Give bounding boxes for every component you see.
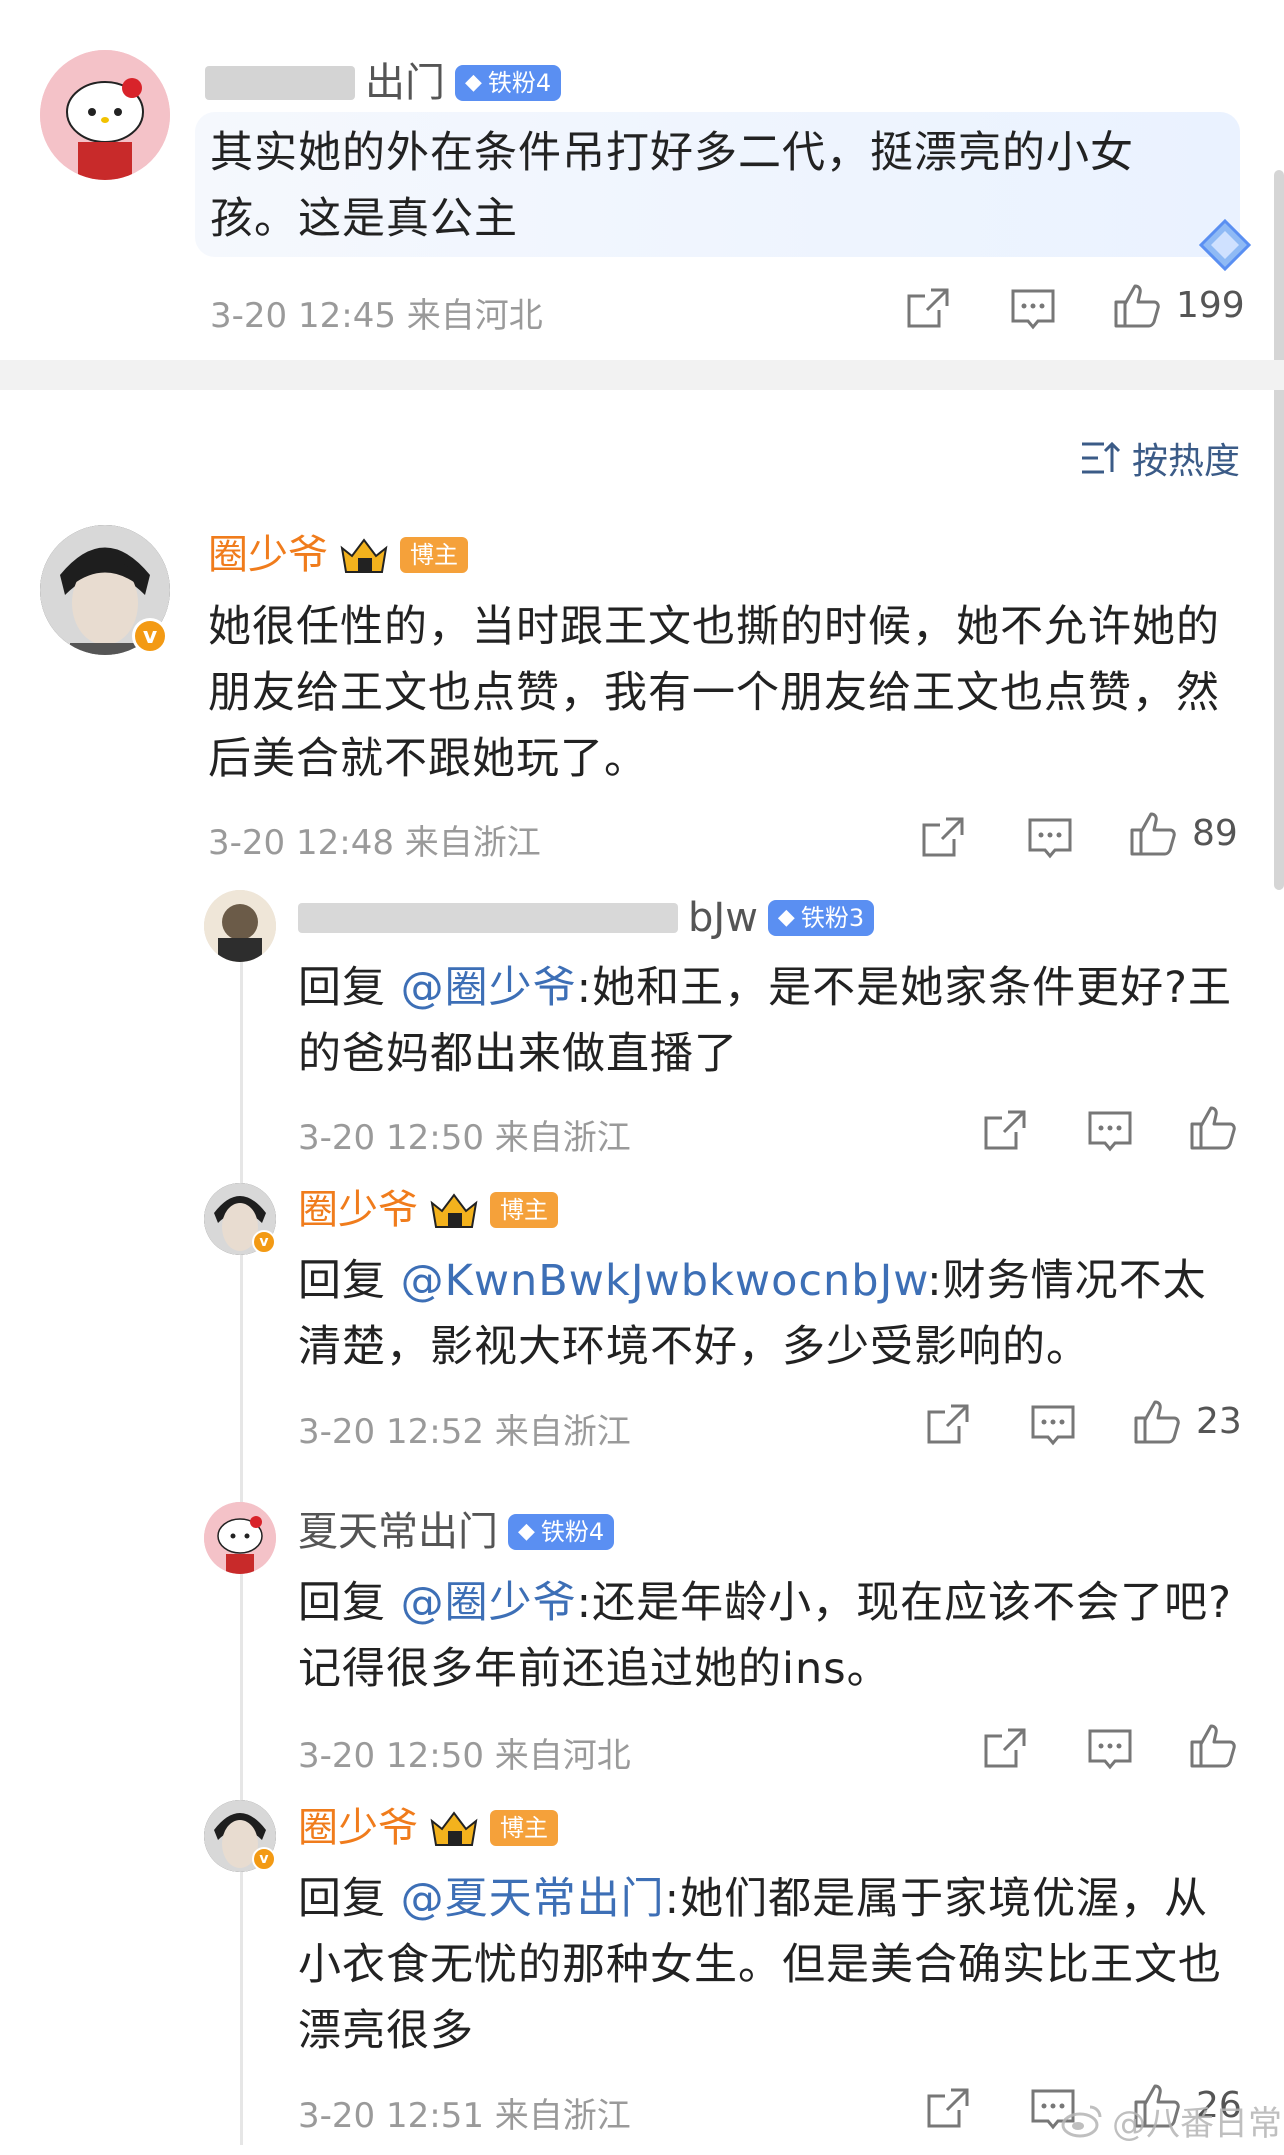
comment-button[interactable] — [1027, 817, 1073, 861]
mention-link[interactable]: @KwnBwkJwbkwocnbJw — [401, 1256, 927, 1306]
comment-text: 她很任性的，当时跟王文也撕的时候，她不允许她的朋友给王文也点赞，我有一个朋友给王… — [208, 602, 1220, 784]
comment-icon — [1088, 1111, 1132, 1152]
reply-text: 回复 @圈少爷:她和王，是不是她家条件更好?王的爸妈都出来做直播了 — [298, 955, 1248, 1087]
sort-label: 按热度 — [1132, 441, 1241, 482]
verified-badge-icon: v — [132, 618, 168, 654]
section-divider — [0, 360, 1284, 390]
username[interactable]: 圈少爷 — [298, 1185, 418, 1235]
reply-prefix: 回复 — [298, 963, 401, 1013]
reply-text: 回复 @夏天常出门:她们都是属于家境优渥，从小衣食无忧的那种女生。但是美合确实比… — [298, 1866, 1248, 2064]
crown-icon — [430, 1811, 478, 1846]
hello-kitty-avatar-icon — [204, 1502, 276, 1574]
mention-link[interactable]: @圈少爷 — [401, 963, 577, 1013]
reply-meta: 3-20 12:52 来自浙江 — [298, 1412, 631, 1452]
comment-button[interactable] — [1087, 1728, 1133, 1772]
share-icon — [984, 1110, 1026, 1150]
crown-icon — [340, 538, 388, 573]
verified-badge-icon: v — [252, 1230, 276, 1254]
fan-badge[interactable]: ◆ 铁粉3 — [767, 900, 875, 936]
username[interactable]: 圈少爷 — [208, 530, 328, 580]
thumbs-up-icon — [1130, 812, 1176, 856]
comment-icon — [1088, 1729, 1132, 1770]
reply-meta: 3-20 12:51 来自浙江 — [298, 2096, 631, 2136]
share-button[interactable] — [982, 1108, 1028, 1152]
comment-meta: 3-20 12:48 来自浙江 — [208, 823, 541, 863]
diamond-icon: ◆ — [777, 905, 795, 930]
thumbs-up-icon — [1190, 1724, 1236, 1768]
blurred-username — [298, 903, 678, 933]
reply-prefix: 回复 — [298, 1578, 401, 1628]
comment-text: 其实她的外在条件吊打好多二代，挺漂亮的小女孩。这是真公主 — [210, 128, 1134, 244]
reply-prefix: 回复 — [298, 1256, 401, 1306]
diamond-icon: ◆ — [465, 70, 482, 95]
diamond-icon: ◆ — [518, 1519, 535, 1544]
mention-link[interactable]: @圈少爷 — [401, 1578, 577, 1628]
like-button[interactable]: 89 — [1128, 808, 1238, 858]
like-button[interactable]: 199 — [1112, 280, 1245, 330]
comment-button[interactable] — [1010, 288, 1056, 332]
like-button[interactable] — [1188, 1720, 1252, 1770]
share-icon — [927, 1404, 969, 1444]
thumbs-up-icon — [1134, 1400, 1180, 1444]
sort-icon — [1082, 441, 1120, 474]
share-button[interactable] — [982, 1726, 1028, 1770]
reply-meta: 3-20 12:50 来自河北 — [298, 1736, 631, 1776]
hello-kitty-avatar-icon — [40, 50, 170, 180]
profile-photo-icon — [204, 890, 276, 962]
share-icon — [984, 1728, 1026, 1768]
fan-badge[interactable]: ◆ 铁粉4 — [455, 65, 562, 101]
thumbs-up-icon — [1190, 1106, 1236, 1150]
like-button[interactable]: 23 — [1132, 1396, 1242, 1446]
like-count: 89 — [1192, 812, 1238, 854]
blogger-badge[interactable]: 博主 — [400, 537, 468, 573]
comment-button[interactable] — [1030, 1404, 1076, 1448]
avatar[interactable] — [204, 890, 276, 962]
username[interactable]: bJw — [688, 893, 758, 943]
comment-button[interactable] — [1087, 1110, 1133, 1154]
weibo-logo-icon — [1061, 2105, 1102, 2137]
share-icon — [922, 817, 964, 857]
crown-icon — [430, 1193, 478, 1228]
top-comment: 出门 ◆ 铁粉4 其实她的外在条件吊打好多二代，挺漂亮的小女孩。这是真公主 3-2… — [0, 0, 1284, 360]
like-count: 199 — [1176, 284, 1245, 326]
reply-prefix: 回复 — [298, 1874, 401, 1924]
comment-meta: 3-20 12:45 来自河北 — [210, 296, 543, 336]
mention-link[interactable]: @夏天常出门 — [401, 1874, 665, 1924]
blogger-badge[interactable]: 博主 — [490, 1810, 558, 1846]
like-button[interactable] — [1188, 1102, 1252, 1152]
comment-icon — [1028, 818, 1072, 859]
share-icon — [907, 288, 949, 328]
diamond-decoration-icon — [1195, 215, 1255, 279]
fan-badge[interactable]: ◆ 铁粉4 — [508, 1514, 615, 1550]
reply-text: 回复 @KwnBwkJwbkwocnbJw:财务情况不太清楚，影视大环境不好，多… — [298, 1248, 1248, 1380]
like-count: 23 — [1196, 1400, 1242, 1442]
comment-icon — [1031, 1405, 1075, 1446]
avatar[interactable] — [204, 1502, 276, 1574]
username[interactable]: 夏天常出门 — [298, 1507, 498, 1557]
watermark: @八番日常 — [1060, 2096, 1282, 2145]
share-button[interactable] — [905, 286, 951, 330]
share-button[interactable] — [920, 815, 966, 859]
comment-icon — [1011, 289, 1055, 330]
share-button[interactable] — [925, 2086, 971, 2130]
reply-meta: 3-20 12:50 来自浙江 — [298, 1118, 631, 1158]
share-button[interactable] — [925, 1402, 971, 1446]
blogger-badge[interactable]: 博主 — [490, 1192, 558, 1228]
sort-toggle[interactable]: 按热度 — [1080, 432, 1240, 484]
username[interactable]: 圈少爷 — [298, 1803, 418, 1853]
verified-badge-icon: v — [252, 1847, 276, 1871]
thumbs-up-icon — [1114, 284, 1160, 328]
username[interactable]: 出门 — [365, 58, 445, 108]
blurred-username — [205, 66, 355, 100]
reply-text: 回复 @圈少爷:还是年龄小，现在应该不会了吧? 记得很多年前还追过她的ins。 — [298, 1570, 1248, 1702]
share-icon — [927, 2088, 969, 2128]
avatar[interactable] — [40, 50, 170, 180]
